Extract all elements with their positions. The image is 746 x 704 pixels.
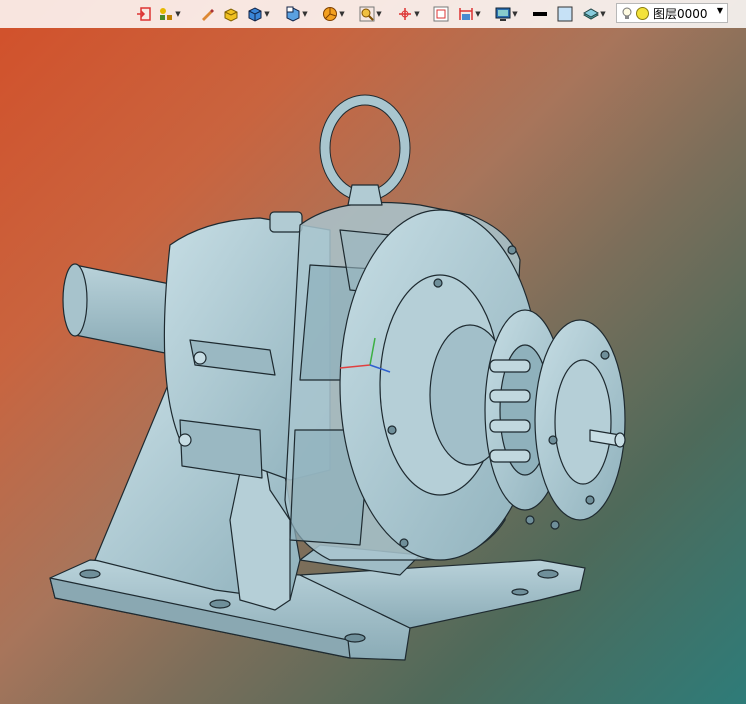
gear-reducer-model[interactable] <box>0 0 746 704</box>
base-plate <box>49 559 586 661</box>
lightbulb-icon[interactable] <box>622 7 632 20</box>
eye-bolt <box>319 94 411 206</box>
chevron-down-icon[interactable]: ▼ <box>599 6 607 22</box>
exit-sketch-icon[interactable] <box>136 6 152 22</box>
layer-select[interactable]: 图层0000 ▼ <box>616 3 728 23</box>
chevron-down-icon[interactable]: ▼ <box>263 6 271 22</box>
layer-color-icon[interactable] <box>636 6 649 20</box>
layer-select-value: 图层0000 <box>653 6 708 21</box>
pen-icon[interactable] <box>199 6 215 22</box>
3d-viewport[interactable]: ▼ ▼ ▼ ▼ ▼ ▼ ▼ ▼ ▼ 图层0000 ▼ <box>0 0 746 704</box>
chevron-down-icon[interactable]: ▼ <box>301 6 309 22</box>
drain-plug <box>269 211 303 233</box>
pie-section-icon[interactable] <box>322 6 338 22</box>
chevron-down-icon[interactable]: ▼ <box>511 6 519 22</box>
layer-manager-icon[interactable] <box>582 6 600 22</box>
snap-grid-icon[interactable] <box>433 6 449 22</box>
chevron-down-icon[interactable]: ▼ <box>474 6 482 22</box>
chevron-down-icon[interactable]: ▼ <box>375 6 383 22</box>
chevron-down-icon[interactable]: ▼ <box>413 6 421 22</box>
shaded-cube-icon[interactable] <box>247 6 263 22</box>
input-shaft <box>62 263 176 356</box>
chevron-down-icon[interactable]: ▼ <box>338 6 346 22</box>
line-color-icon[interactable] <box>532 6 548 22</box>
dimension-icon[interactable] <box>458 6 474 22</box>
view-cube-icon[interactable] <box>285 6 301 22</box>
zoom-fit-icon[interactable] <box>359 6 375 22</box>
render-style-icon[interactable] <box>223 6 239 22</box>
tree-icon[interactable] <box>158 6 174 22</box>
chevron-down-icon[interactable]: ▼ <box>174 6 182 22</box>
monitor-icon[interactable] <box>495 6 511 22</box>
chevron-down-icon[interactable]: ▼ <box>717 6 723 15</box>
axis-icon[interactable] <box>397 6 413 22</box>
toolbar-group <box>136 4 152 24</box>
fill-color-icon[interactable] <box>557 6 573 22</box>
